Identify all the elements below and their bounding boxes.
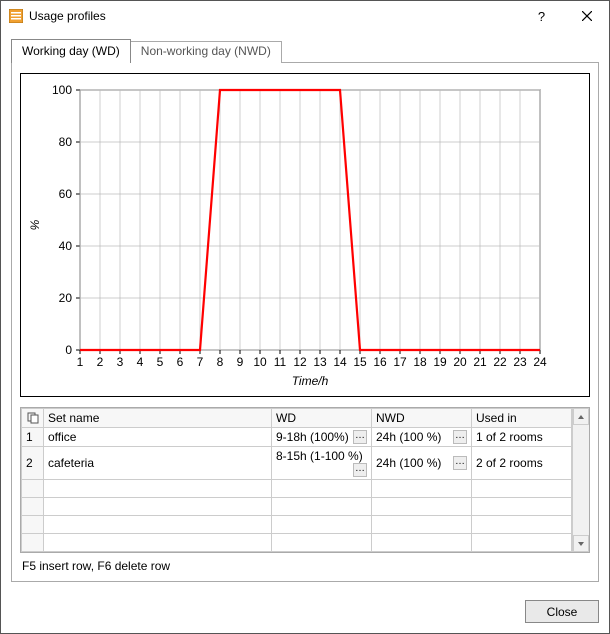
ellipsis-button[interactable]: … <box>453 430 467 444</box>
y-axis-label: % <box>28 219 42 230</box>
chevron-up-icon <box>577 413 585 421</box>
tab-strip: Working day (WD) Non-working day (NWD) <box>11 39 599 63</box>
svg-text:60: 60 <box>59 187 73 201</box>
table-row-empty[interactable] <box>22 480 572 498</box>
svg-text:5: 5 <box>157 355 164 369</box>
cell-wd[interactable]: 9-18h (100%)… <box>272 428 372 447</box>
row-number: 2 <box>22 447 44 480</box>
svg-text:20: 20 <box>59 291 73 305</box>
svg-text:40: 40 <box>59 239 73 253</box>
scroll-down-button[interactable] <box>573 535 589 552</box>
app-icon <box>9 9 23 23</box>
vertical-scrollbar[interactable] <box>572 408 589 552</box>
chart-container: % Time/h 020406080100 123456789101112131… <box>20 73 590 397</box>
cell-wd[interactable]: 8-15h (1-100 %)… <box>272 447 372 480</box>
usage-chart: % Time/h 020406080100 123456789101112131… <box>25 80 565 390</box>
svg-text:2: 2 <box>97 355 104 369</box>
svg-text:14: 14 <box>333 355 347 369</box>
ellipsis-button[interactable]: … <box>353 463 367 477</box>
table-row-empty[interactable] <box>22 498 572 516</box>
col-header-wd[interactable]: WD <box>272 409 372 428</box>
svg-text:6: 6 <box>177 355 184 369</box>
col-header-usedin[interactable]: Used in <box>472 409 572 428</box>
svg-text:1: 1 <box>77 355 84 369</box>
profile-table[interactable]: Set name WD NWD Used in 1office9-18h (10… <box>21 408 572 552</box>
copy-icon <box>26 412 39 424</box>
cell-usedin[interactable]: 1 of 2 rooms <box>472 428 572 447</box>
svg-text:18: 18 <box>413 355 427 369</box>
svg-text:9: 9 <box>237 355 244 369</box>
svg-text:7: 7 <box>197 355 204 369</box>
ellipsis-button[interactable]: … <box>453 456 467 470</box>
col-header-setname[interactable]: Set name <box>44 409 272 428</box>
content-area: Working day (WD) Non-working day (NWD) <box>1 31 609 592</box>
hint-text: F5 insert row, F6 delete row <box>22 559 588 573</box>
close-icon <box>582 11 592 21</box>
svg-text:3: 3 <box>117 355 124 369</box>
svg-text:13: 13 <box>313 355 327 369</box>
dialog-footer: Close <box>1 592 609 633</box>
title-bar: Usage profiles ? <box>1 1 609 31</box>
svg-text:21: 21 <box>473 355 487 369</box>
cell-nwd[interactable]: 24h (100 %)… <box>372 428 472 447</box>
cell-nwd[interactable]: 24h (100 %)… <box>372 447 472 480</box>
tab-panel: % Time/h 020406080100 123456789101112131… <box>11 62 599 582</box>
ellipsis-button[interactable]: … <box>353 430 367 444</box>
svg-text:0: 0 <box>65 343 72 357</box>
scroll-track[interactable] <box>573 425 589 535</box>
table-row[interactable]: 2cafeteria8-15h (1-100 %)…24h (100 %)…2 … <box>22 447 572 480</box>
cell-setname[interactable]: cafeteria <box>44 447 272 480</box>
dialog-window: Usage profiles ? Working day (WD) Non-wo… <box>0 0 610 634</box>
scroll-up-button[interactable] <box>573 408 589 425</box>
cell-setname[interactable]: office <box>44 428 272 447</box>
cell-usedin[interactable]: 2 of 2 rooms <box>472 447 572 480</box>
close-dialog-button[interactable]: Close <box>525 600 599 623</box>
svg-text:12: 12 <box>293 355 307 369</box>
table-row-empty[interactable] <box>22 534 572 552</box>
col-header-nwd[interactable]: NWD <box>372 409 472 428</box>
profile-grid: Set name WD NWD Used in 1office9-18h (10… <box>20 407 590 553</box>
svg-text:24: 24 <box>533 355 547 369</box>
svg-text:100: 100 <box>52 83 72 97</box>
close-button[interactable] <box>564 1 609 31</box>
copy-column-header[interactable] <box>22 409 44 428</box>
tab-non-working-day[interactable]: Non-working day (NWD) <box>130 41 282 63</box>
svg-text:19: 19 <box>433 355 447 369</box>
x-axis-label: Time/h <box>292 374 329 388</box>
svg-text:8: 8 <box>217 355 224 369</box>
help-button[interactable]: ? <box>519 1 564 31</box>
svg-text:17: 17 <box>393 355 407 369</box>
svg-text:80: 80 <box>59 135 73 149</box>
svg-text:15: 15 <box>353 355 367 369</box>
tab-working-day[interactable]: Working day (WD) <box>11 39 131 63</box>
svg-text:10: 10 <box>253 355 267 369</box>
title-buttons: ? <box>519 1 609 31</box>
table-row[interactable]: 1office9-18h (100%)…24h (100 %)…1 of 2 r… <box>22 428 572 447</box>
svg-text:11: 11 <box>274 355 287 369</box>
svg-text:4: 4 <box>137 355 144 369</box>
chevron-down-icon <box>577 540 585 548</box>
svg-text:23: 23 <box>513 355 527 369</box>
svg-text:22: 22 <box>493 355 507 369</box>
window-title: Usage profiles <box>29 9 519 23</box>
row-number: 1 <box>22 428 44 447</box>
table-row-empty[interactable] <box>22 516 572 534</box>
svg-text:20: 20 <box>453 355 467 369</box>
svg-text:16: 16 <box>373 355 387 369</box>
table-header-row: Set name WD NWD Used in <box>22 409 572 428</box>
